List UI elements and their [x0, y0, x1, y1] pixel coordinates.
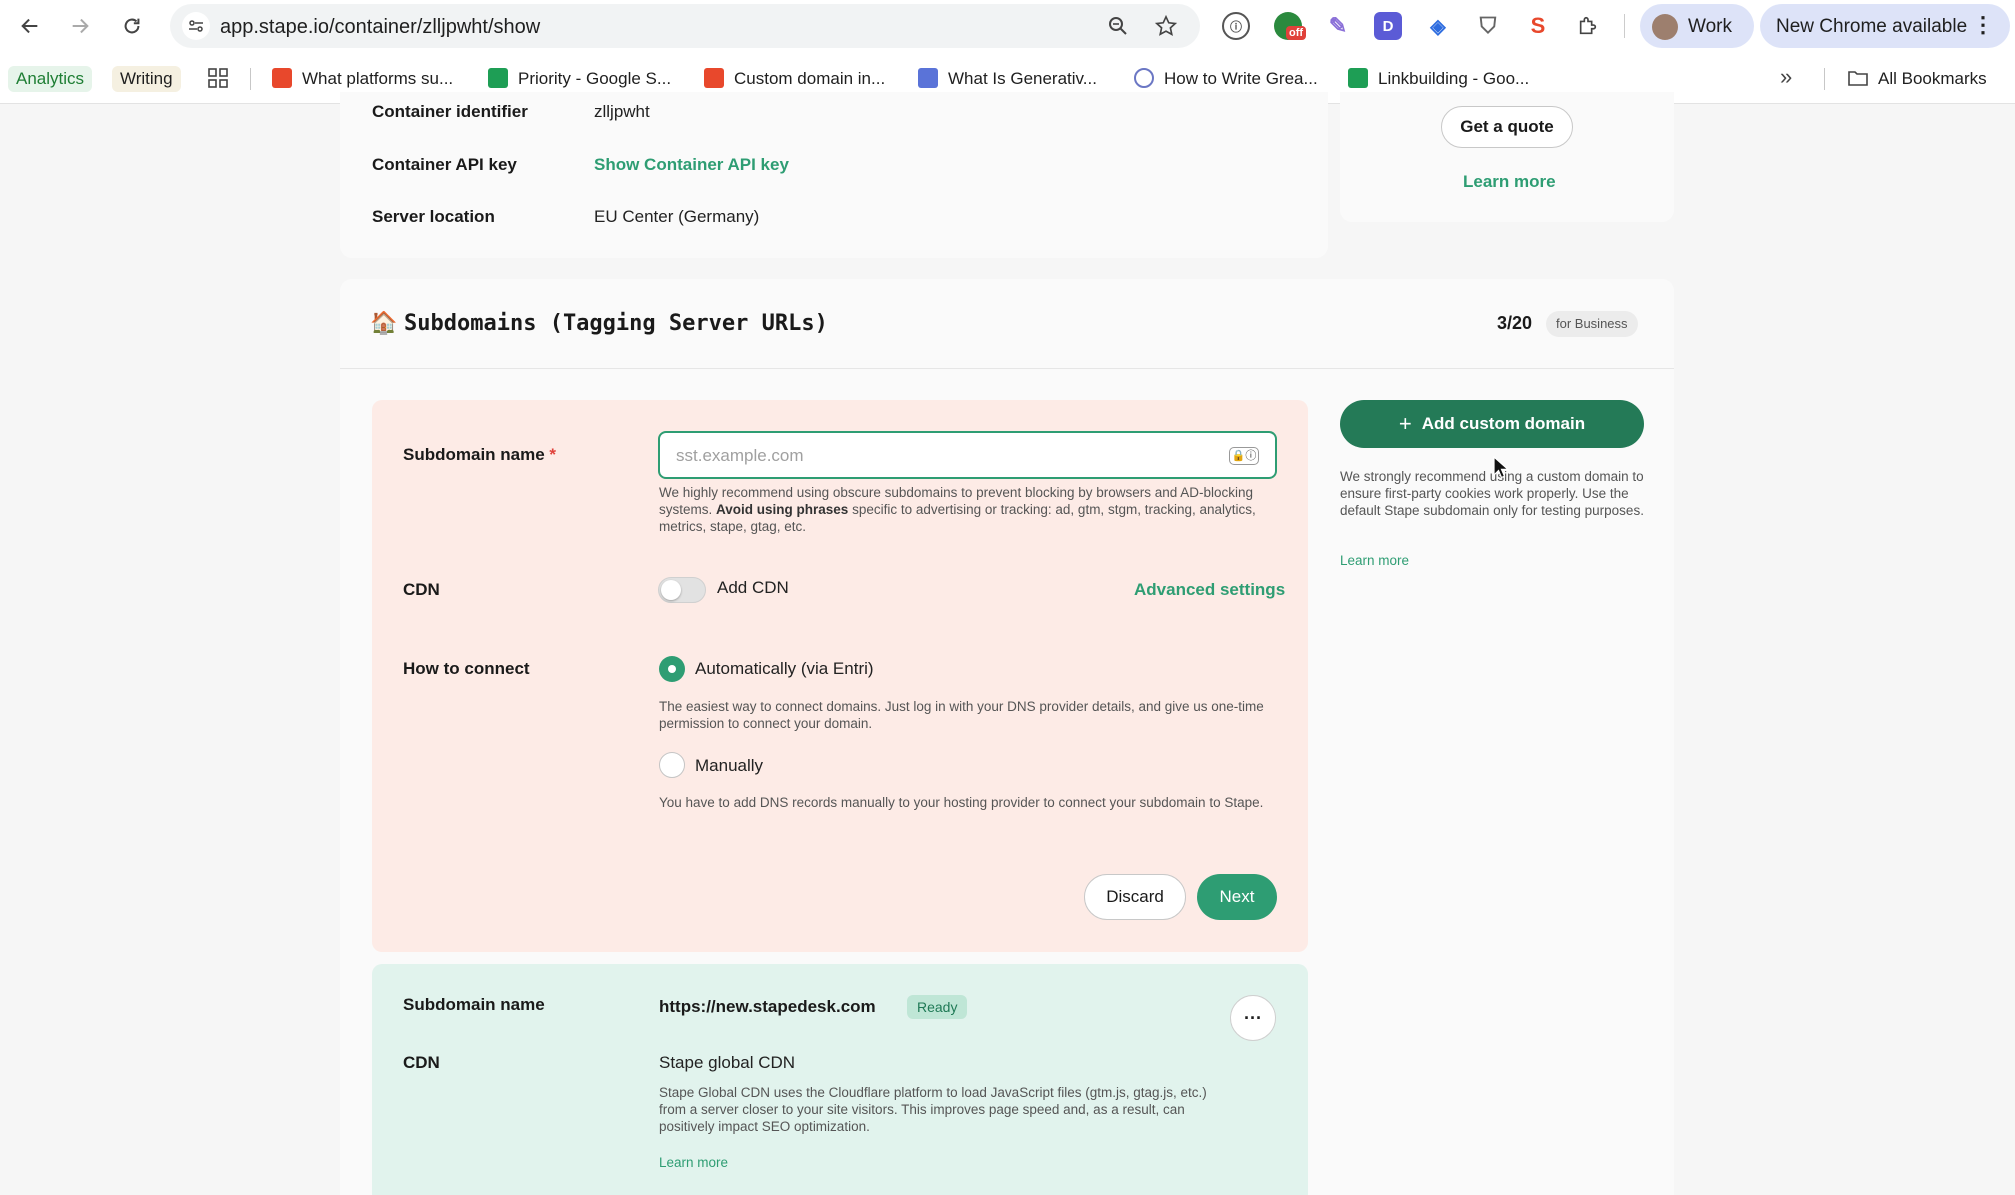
back-arrow-icon[interactable] — [14, 10, 46, 42]
tag-extension-icon[interactable]: ◈ — [1424, 12, 1452, 40]
server-location-label: Server location — [372, 207, 495, 226]
cdn-toggle[interactable] — [658, 577, 706, 603]
bookmark-separator — [1824, 68, 1825, 90]
extension-off-badge: off — [1286, 26, 1307, 40]
url-text[interactable]: app.stape.io/container/zlljpwht/show — [220, 16, 540, 39]
browser-toolbar: app.stape.io/container/zlljpwht/show ⓘ o… — [0, 0, 2015, 52]
profile-avatar — [1652, 14, 1678, 40]
auto-connect-radio[interactable] — [659, 656, 685, 682]
stape-icon — [272, 68, 292, 88]
bookmark-item[interactable]: How to Write Grea... — [1134, 66, 1318, 92]
cdn-learn-more-link[interactable]: Learn more — [659, 1155, 728, 1170]
plan-badge: for Business — [1546, 311, 1638, 337]
password-manager-extension-icon[interactable]: ⓘ — [1222, 12, 1250, 40]
quote-learn-more-link[interactable]: Learn more — [1463, 172, 1556, 192]
discard-button[interactable]: Discard — [1084, 874, 1186, 920]
d-extension-icon[interactable]: D — [1374, 12, 1402, 40]
house-icon: 🏠 — [370, 310, 398, 335]
manual-connect-radio[interactable] — [659, 752, 685, 778]
profile-chip[interactable]: Work — [1640, 4, 1754, 48]
status-badge: Ready — [907, 995, 968, 1019]
more-bookmarks-chevron-icon[interactable]: » — [1780, 64, 1792, 90]
address-bar[interactable]: app.stape.io/container/zlljpwht/show — [170, 4, 1200, 48]
password-manager-field-icon[interactable]: 🔒ⓘ — [1229, 447, 1259, 465]
existing-subdomain-label: Subdomain name — [403, 995, 545, 1014]
next-button[interactable]: Next — [1197, 874, 1277, 920]
more-options-button[interactable]: ··· — [1230, 995, 1276, 1041]
mouse-cursor-icon — [1493, 456, 1509, 479]
how-to-connect-label: How to connect — [403, 659, 530, 678]
server-location-value: EU Center (Germany) — [594, 207, 760, 226]
toggl-extension-icon[interactable]: off — [1274, 12, 1307, 40]
toggle-knob — [661, 580, 681, 600]
update-label: New Chrome available — [1776, 16, 1968, 37]
container-identifier-value: zlljpwht — [594, 102, 650, 121]
bookmark-group-analytics[interactable]: Analytics — [8, 66, 93, 92]
bookmark-star-icon[interactable] — [1154, 14, 1178, 38]
advanced-settings-link[interactable]: Advanced settings — [1134, 580, 1285, 600]
google-sheets-icon — [488, 68, 508, 88]
subdomain-count: 3/20 — [1497, 313, 1533, 333]
extensions-puzzle-icon[interactable] — [1574, 12, 1602, 40]
shield-extension-icon[interactable]: ⛉ — [1474, 12, 1502, 40]
bookmark-separator — [250, 68, 251, 90]
section-title: Subdomains (Tagging Server URLs) — [404, 311, 828, 336]
google-sheets-icon — [1348, 68, 1368, 88]
manual-connect-label[interactable]: Manually — [695, 756, 763, 776]
stape-extension-icon[interactable]: S — [1524, 12, 1552, 40]
subdomain-name-input[interactable] — [676, 445, 1216, 467]
existing-subdomain-url: https://new.stapedesk.com — [659, 997, 876, 1016]
manual-connect-description: You have to add DNS records manually to … — [659, 795, 1264, 810]
auto-connect-label[interactable]: Automatically (via Entri) — [695, 659, 874, 679]
site-settings-icon[interactable] — [182, 12, 210, 40]
kebab-menu-icon[interactable]: ⋮ — [1972, 13, 1994, 37]
subdomain-hint: We highly recommend using obscure subdom… — [659, 485, 1256, 534]
apps-grid-icon[interactable] — [208, 68, 228, 93]
get-a-quote-button[interactable]: Get a quote — [1441, 106, 1573, 148]
side-learn-more-link[interactable]: Learn more — [1340, 553, 1409, 568]
globe-icon — [1134, 68, 1154, 88]
bookmark-item[interactable]: What Is Generativ... — [918, 66, 1097, 92]
zoom-icon[interactable] — [1106, 14, 1130, 38]
toolbar-divider — [1624, 14, 1625, 38]
container-api-key-label: Container API key — [372, 155, 517, 174]
cdn-label: CDN — [403, 580, 440, 599]
forward-arrow-icon[interactable] — [64, 10, 96, 42]
bookmark-item[interactable]: Custom domain in... — [704, 66, 885, 92]
subdomain-input-wrapper[interactable]: 🔒ⓘ — [658, 431, 1277, 479]
all-bookmarks-folder[interactable]: All Bookmarks — [1848, 66, 1987, 92]
folder-icon — [1848, 71, 1868, 86]
section-divider — [340, 368, 1674, 369]
existing-cdn-label: CDN — [403, 1053, 440, 1072]
plus-icon: + — [1398, 411, 1412, 436]
chrome-update-button[interactable]: New Chrome available ⋮ — [1760, 4, 2010, 48]
mail-icon — [918, 68, 938, 88]
pen-extension-icon[interactable]: ✎ — [1324, 12, 1352, 40]
auto-connect-description: The easiest way to connect domains. Just… — [659, 699, 1264, 731]
existing-cdn-value: Stape global CDN — [659, 1053, 796, 1072]
required-asterisk: * — [549, 445, 557, 464]
add-custom-domain-button[interactable]: + Add custom domain — [1340, 400, 1644, 448]
container-identifier-label: Container identifier — [372, 102, 528, 121]
profile-label: Work — [1688, 16, 1732, 37]
subdomain-name-label: Subdomain name * — [403, 445, 557, 464]
bookmark-item[interactable]: Linkbuilding - Goo... — [1348, 66, 1529, 92]
bookmark-item[interactable]: Priority - Google S... — [488, 66, 671, 92]
bookmark-item[interactable]: What platforms su... — [272, 66, 453, 92]
stape-icon — [704, 68, 724, 88]
reload-icon[interactable] — [116, 10, 148, 42]
cdn-description: Stape Global CDN uses the Cloudflare pla… — [659, 1085, 1207, 1134]
bookmark-group-writing[interactable]: Writing — [112, 66, 181, 92]
show-api-key-link[interactable]: Show Container API key — [594, 155, 789, 175]
add-cdn-label: Add CDN — [717, 578, 789, 597]
